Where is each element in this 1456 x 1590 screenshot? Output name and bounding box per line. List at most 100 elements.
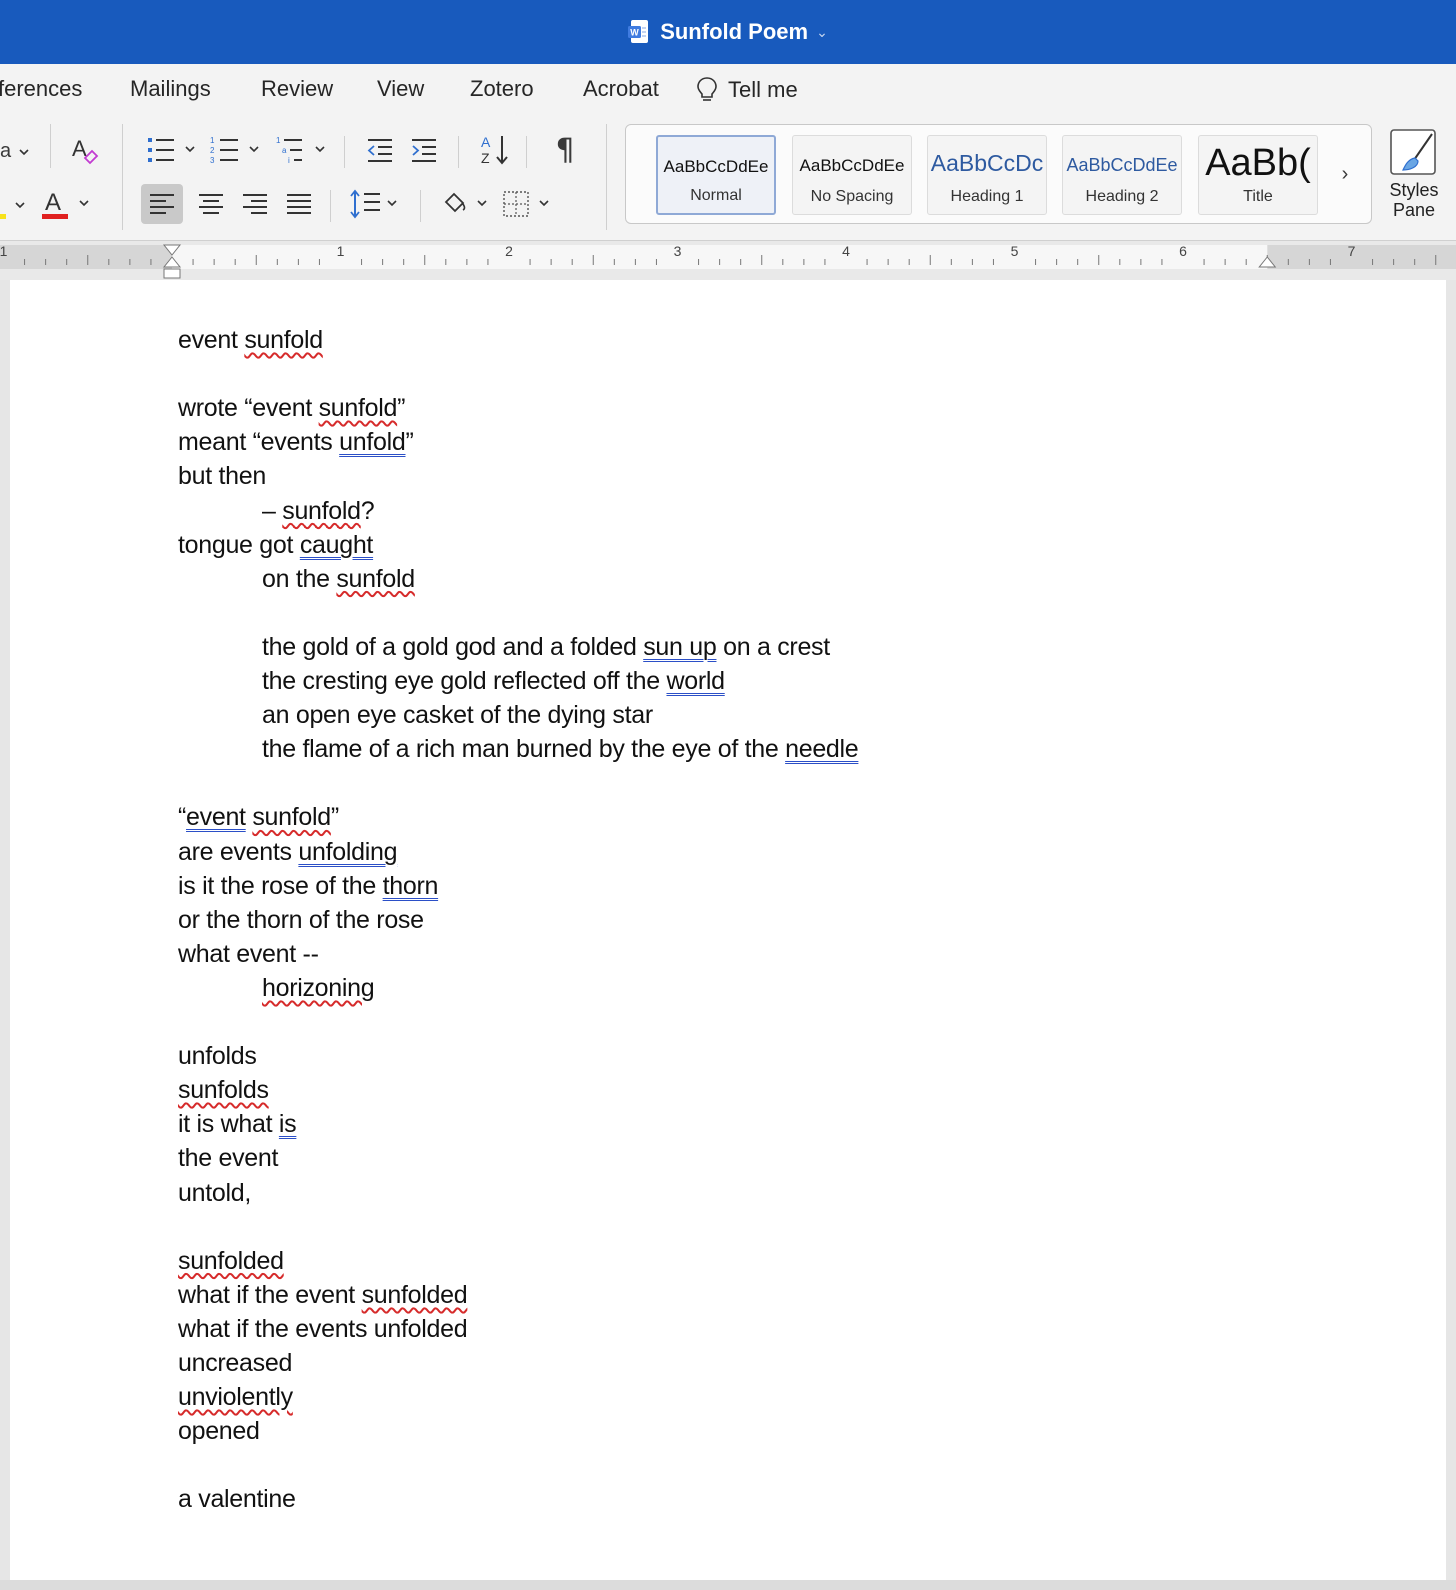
font-name-dropdown[interactable]: a bbox=[0, 140, 29, 163]
document-line[interactable]: or the thorn of the rose bbox=[178, 906, 424, 935]
clear-formatting-button[interactable]: A bbox=[70, 134, 100, 166]
document-line[interactable]: event sunfold bbox=[178, 326, 323, 355]
text-run: ” bbox=[330, 803, 339, 832]
highlight-color-button[interactable] bbox=[0, 192, 30, 222]
document-line[interactable]: is it the rose of the thorn bbox=[178, 872, 438, 901]
align-left-button[interactable] bbox=[141, 184, 183, 224]
document-line[interactable]: it is what is bbox=[178, 1110, 297, 1139]
ruler-scale: 1 1 2 3 4 5 6 7 bbox=[0, 243, 1456, 279]
document-line[interactable]: wrote “event sunfold” bbox=[178, 394, 405, 423]
decrease-indent-button[interactable] bbox=[366, 134, 396, 166]
style-normal[interactable]: AaBbCcDdEe Normal bbox=[656, 135, 776, 215]
text-run: wrote “event bbox=[178, 394, 319, 423]
tab-mailings[interactable]: Mailings bbox=[130, 76, 211, 102]
document-line[interactable]: unfolds bbox=[178, 1042, 257, 1071]
document-line[interactable]: sunfolded bbox=[178, 1247, 284, 1276]
separator bbox=[344, 136, 345, 168]
tab-view[interactable]: View bbox=[377, 76, 424, 102]
text-run: ? bbox=[360, 496, 375, 525]
spelling-error-word: sunfold bbox=[252, 803, 331, 832]
document-line[interactable]: what event -- bbox=[178, 940, 319, 969]
document-line[interactable]: horizoning bbox=[262, 974, 375, 1003]
document-line[interactable]: the cresting eye gold reflected off the … bbox=[262, 667, 725, 696]
document-line[interactable]: meant “events unfold” bbox=[178, 428, 414, 457]
document-line[interactable]: the flame of a rich man burned by the ey… bbox=[262, 735, 859, 764]
document-line[interactable]: on the sunfold bbox=[262, 565, 415, 594]
chevron-down-icon[interactable]: ⌄ bbox=[816, 24, 828, 41]
style-no-spacing[interactable]: AaBbCcDdEe No Spacing bbox=[792, 135, 912, 215]
style-title[interactable]: AaBb( Title bbox=[1198, 135, 1318, 215]
increase-indent-button[interactable] bbox=[410, 134, 440, 166]
svg-text:3: 3 bbox=[210, 156, 215, 165]
line-spacing-button[interactable] bbox=[350, 186, 402, 222]
ruler-number: 1 bbox=[337, 243, 345, 259]
ruler-number: 4 bbox=[842, 243, 850, 259]
document-line[interactable]: a valentine bbox=[178, 1485, 296, 1514]
document-line[interactable]: “event sunfold” bbox=[178, 803, 339, 832]
align-center-button[interactable] bbox=[190, 184, 232, 224]
font-color-button[interactable]: A bbox=[40, 188, 96, 222]
text-run: what if the events unfolded bbox=[178, 1314, 468, 1343]
multilevel-list-button[interactable]: 1 a i bbox=[276, 134, 330, 166]
text-run: on a crest bbox=[716, 632, 830, 661]
svg-text:1: 1 bbox=[276, 136, 281, 145]
status-bar bbox=[0, 1580, 1456, 1590]
align-left-icon bbox=[150, 194, 174, 214]
text-run: a valentine bbox=[178, 1485, 296, 1514]
styles-pane-button[interactable]: Styles Pane bbox=[1374, 126, 1454, 234]
bullets-button[interactable] bbox=[146, 134, 198, 166]
document-line[interactable]: unviolently bbox=[178, 1383, 293, 1412]
align-right-button[interactable] bbox=[234, 184, 276, 224]
tab-tell-me[interactable]: Tell me bbox=[696, 76, 798, 104]
document-line[interactable]: – sunfold? bbox=[262, 496, 375, 526]
document-line[interactable]: the event bbox=[178, 1144, 278, 1173]
grammar-flag-word: is bbox=[278, 1110, 297, 1139]
lightbulb-icon bbox=[697, 77, 717, 101]
multilevel-list-icon: 1 a i bbox=[276, 136, 325, 165]
grammar-flag-word: unfolding bbox=[298, 837, 398, 866]
style-heading-2[interactable]: AaBbCcDdEe Heading 2 bbox=[1062, 135, 1182, 215]
show-formatting-marks-button[interactable]: ¶ bbox=[552, 132, 578, 168]
shading-button[interactable] bbox=[442, 186, 492, 222]
horizontal-ruler[interactable]: 1 1 2 3 4 5 6 7 bbox=[0, 240, 1456, 280]
text-run: “ bbox=[178, 803, 187, 832]
document-page[interactable]: event sunfold wrote “event sunfold” meant … bbox=[10, 280, 1446, 1580]
document-line[interactable]: what if the events unfolded bbox=[178, 1314, 468, 1344]
text-run: tongue got bbox=[178, 530, 300, 559]
document-line[interactable]: but then bbox=[178, 462, 266, 491]
document-line[interactable]: untold, bbox=[178, 1179, 251, 1208]
text-run: the cresting eye gold reflected off the bbox=[262, 667, 667, 695]
numbering-button[interactable]: 1 2 3 bbox=[210, 134, 264, 166]
styles-more-button[interactable]: › bbox=[1333, 161, 1357, 187]
text-run: it is what bbox=[178, 1110, 279, 1139]
bullet-list-icon bbox=[148, 138, 195, 162]
align-center-icon bbox=[199, 194, 223, 214]
borders-button[interactable] bbox=[502, 186, 558, 222]
justify-button[interactable] bbox=[278, 184, 320, 224]
tab-zotero[interactable]: Zotero bbox=[470, 76, 534, 102]
grammar-flag-word: sun up bbox=[643, 632, 717, 661]
font-color-icon: A bbox=[42, 189, 89, 219]
tab-references[interactable]: ferences bbox=[0, 76, 82, 102]
pilcrow-icon: ¶ bbox=[555, 132, 575, 168]
tab-acrobat[interactable]: Acrobat bbox=[583, 76, 659, 102]
ribbon-tabs: ferences Mailings Review View Zotero Acr… bbox=[0, 64, 1456, 114]
document-line[interactable]: what if the event sunfolded bbox=[178, 1281, 468, 1310]
numbered-list-icon: 1 2 3 bbox=[210, 136, 259, 165]
indent-box-marker bbox=[163, 268, 181, 279]
tab-review[interactable]: Review bbox=[261, 76, 333, 102]
borders-icon bbox=[503, 191, 549, 217]
document-line[interactable]: uncreased bbox=[178, 1349, 292, 1378]
document-line[interactable]: tongue got caught bbox=[178, 531, 373, 560]
document-line[interactable]: opened bbox=[178, 1417, 260, 1446]
highlighter-icon bbox=[0, 202, 25, 219]
sort-button[interactable]: A Z bbox=[480, 132, 512, 168]
document-line[interactable]: sunfolds bbox=[178, 1076, 269, 1105]
document-title[interactable]: Sunfold Poem bbox=[660, 19, 808, 45]
document-line[interactable]: the gold of a gold god and a folded sun … bbox=[262, 633, 830, 662]
title-bar: W Sunfold Poem ⌄ bbox=[0, 0, 1456, 64]
document-line[interactable]: an open eye casket of the dying star bbox=[262, 701, 653, 730]
style-heading-1[interactable]: AaBbCcDc Heading 1 bbox=[927, 135, 1047, 215]
document-line[interactable]: are events unfolding bbox=[178, 838, 397, 867]
svg-text:2: 2 bbox=[210, 146, 215, 155]
